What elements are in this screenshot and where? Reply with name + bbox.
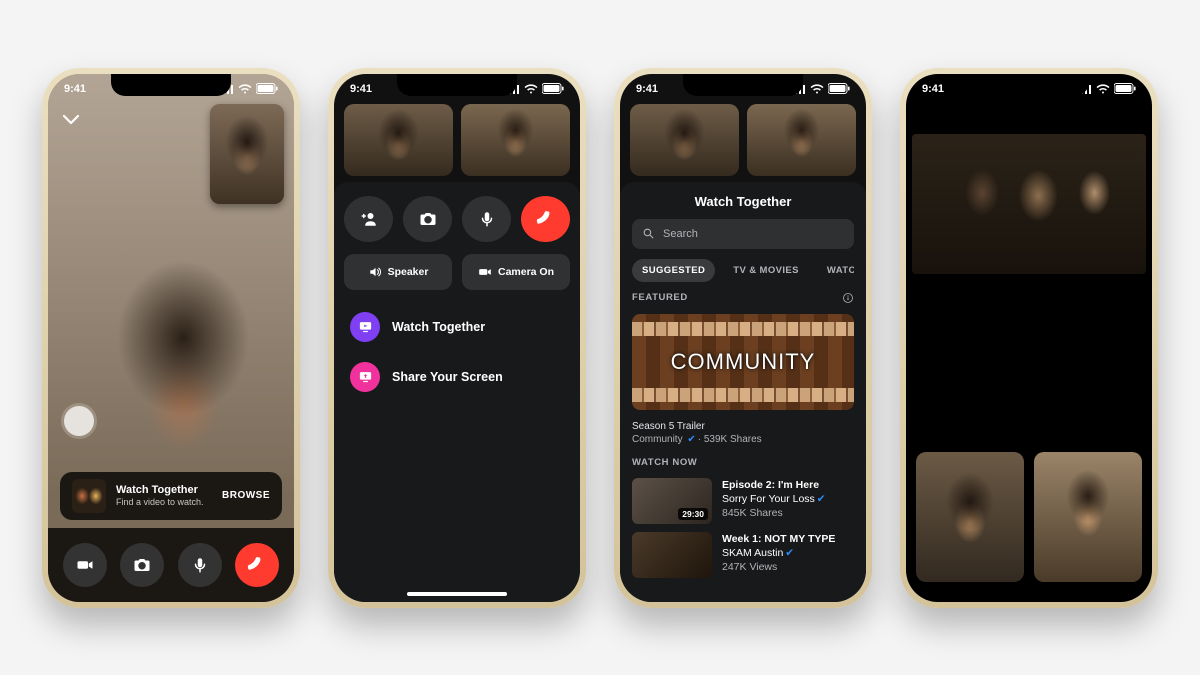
watch-together-thumb (72, 479, 106, 513)
video-title: Week 1: NOT MY TYPE (722, 532, 835, 546)
video-tile[interactable] (1034, 452, 1142, 582)
phone-watch-together-screen: 9:41 Watch Together Search SUGGESTED TV … (614, 68, 872, 608)
end-call-button[interactable] (235, 543, 279, 587)
watch-item[interactable]: 29:30 Episode 2: I'm Here Sorry For Your… (632, 478, 854, 524)
video-thumb (632, 532, 712, 578)
video-toggle-button[interactable] (63, 543, 107, 587)
video-tile[interactable] (344, 104, 453, 176)
video-tile[interactable] (916, 452, 1024, 582)
speaker-button[interactable]: Speaker (344, 254, 452, 290)
collapse-chevron-icon[interactable] (60, 108, 82, 130)
featured-title: Season 5 Trailer (632, 420, 854, 434)
browse-button[interactable]: BROWSE (222, 490, 270, 501)
add-person-button[interactable] (344, 196, 393, 242)
tab-watched[interactable]: WATCHED (817, 259, 854, 282)
video-source: SKAM Austin (722, 547, 783, 559)
notch (969, 74, 1089, 96)
status-time: 9:41 (922, 83, 944, 95)
video-title: Episode 2: I'm Here (722, 478, 828, 492)
search-input[interactable]: Search (632, 219, 854, 249)
share-screen-icon (350, 362, 380, 392)
video-thumb: 29:30 (632, 478, 712, 524)
panel-title: Watch Together (632, 194, 854, 209)
video-tiles (334, 104, 580, 176)
video-source: Sorry For Your Loss (722, 493, 815, 505)
verified-icon: ✔ (817, 493, 826, 505)
watch-together-subtitle: Find a video to watch. (116, 497, 212, 508)
status-time: 9:41 (64, 83, 86, 95)
tv-icon (350, 312, 380, 342)
battery-icon (828, 83, 850, 94)
featured-source: Community (632, 434, 683, 445)
wifi-icon (1096, 84, 1110, 94)
wifi-icon (810, 84, 824, 94)
video-tiles (916, 452, 1142, 582)
video-tile[interactable] (747, 104, 856, 176)
watch-item[interactable]: Week 1: NOT MY TYPE SKAM Austin✔ 247K Vi… (632, 532, 854, 578)
notch (683, 74, 803, 96)
watchnow-section-label: WATCH NOW (632, 457, 697, 468)
battery-icon (256, 83, 278, 94)
video-tiles (620, 104, 866, 176)
status-time: 9:41 (636, 83, 658, 95)
flip-camera-button[interactable] (403, 196, 452, 242)
mute-button[interactable] (462, 196, 511, 242)
video-tile[interactable] (630, 104, 739, 176)
phone-call-screen: 9:41 Watch Together Find a video to watc… (42, 68, 300, 608)
search-placeholder: Search (663, 228, 698, 240)
share-screen-label: Share Your Screen (392, 370, 503, 384)
featured-section-label: FEATURED (632, 292, 688, 303)
featured-banner-title: COMMUNITY (671, 349, 816, 375)
flip-camera-button[interactable] (120, 543, 164, 587)
camera-on-button[interactable]: Camera On (462, 254, 570, 290)
phone-call-options-screen: 9:41 (328, 68, 586, 608)
tab-tv-movies[interactable]: TV & MOVIES (723, 259, 809, 282)
search-icon (642, 227, 655, 240)
featured-meta: Season 5 Trailer Community ✔· 539K Share… (632, 420, 854, 447)
camera-label: Camera On (498, 266, 554, 278)
video-sub: 845K Shares (722, 506, 828, 520)
speaker-label: Speaker (388, 266, 429, 278)
watch-together-panel: Watch Together Search SUGGESTED TV & MOV… (620, 182, 866, 602)
video-icon (478, 265, 492, 279)
watch-together-item[interactable]: Watch Together (344, 302, 570, 352)
video-tile[interactable] (461, 104, 570, 176)
shared-video-player[interactable] (912, 134, 1146, 274)
status-time: 9:41 (350, 83, 372, 95)
watch-together-label: Watch Together (392, 320, 485, 334)
featured-shares: 539K Shares (704, 434, 762, 445)
options-panel: Speaker Camera On Watch Together (334, 182, 580, 602)
watch-together-title: Watch Together (116, 484, 212, 497)
call-dock (48, 528, 294, 602)
speaker-icon (368, 265, 382, 279)
info-icon[interactable] (842, 292, 854, 304)
duration-badge: 29:30 (678, 508, 708, 520)
verified-icon: ✔ (687, 434, 695, 445)
phone-watching-screen: 9:41 (900, 68, 1158, 608)
self-video-pip[interactable] (210, 104, 284, 204)
battery-icon (542, 83, 564, 94)
wifi-icon (238, 84, 252, 94)
capture-button[interactable] (64, 406, 94, 436)
battery-icon (1114, 83, 1136, 94)
video-sub: 247K Views (722, 560, 835, 574)
share-screen-item[interactable]: Share Your Screen (344, 352, 570, 402)
effects-icon[interactable] (260, 180, 278, 198)
tab-suggested[interactable]: SUGGESTED (632, 259, 715, 282)
notch (397, 74, 517, 96)
watch-together-card[interactable]: Watch Together Find a video to watch. BR… (60, 472, 282, 520)
wifi-icon (524, 84, 538, 94)
category-tabs: SUGGESTED TV & MOVIES WATCHED U (632, 259, 854, 282)
notch (111, 74, 231, 96)
home-indicator[interactable] (407, 592, 507, 596)
end-call-button[interactable] (521, 196, 570, 242)
featured-banner[interactable]: COMMUNITY (632, 314, 854, 410)
mute-button[interactable] (178, 543, 222, 587)
verified-icon: ✔ (785, 547, 794, 559)
